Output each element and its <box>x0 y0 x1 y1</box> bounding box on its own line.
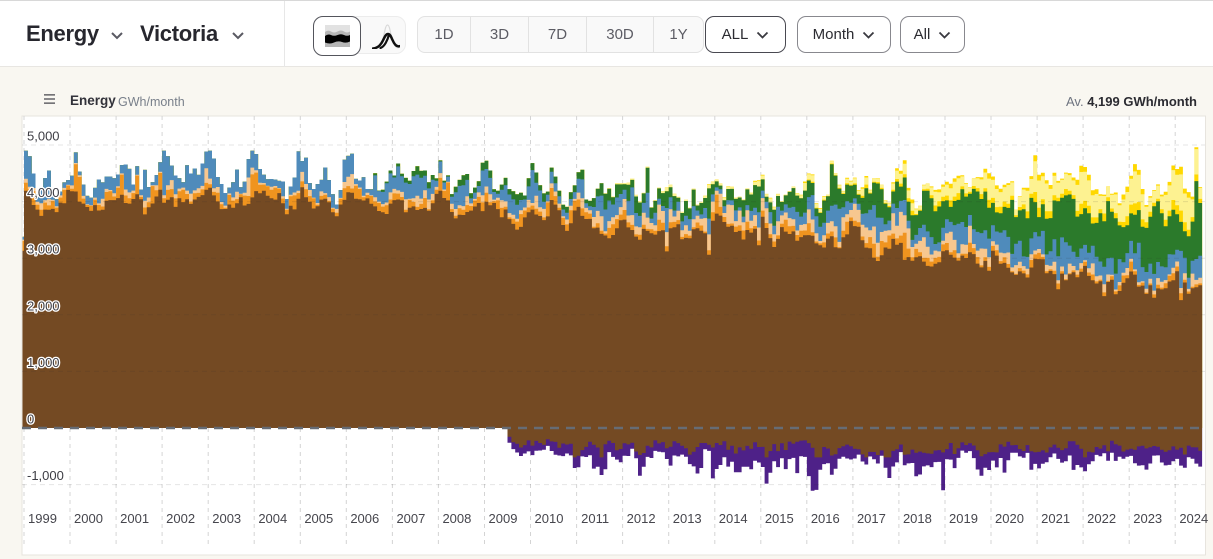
svg-text:2019: 2019 <box>949 511 978 526</box>
svg-text:2018: 2018 <box>903 511 932 526</box>
svg-text:2017: 2017 <box>857 511 886 526</box>
svg-text:1,000: 1,000 <box>27 355 60 370</box>
svg-text:2002: 2002 <box>166 511 195 526</box>
svg-text:0: 0 <box>27 412 34 427</box>
svg-text:2004: 2004 <box>258 511 287 526</box>
svg-text:2006: 2006 <box>350 511 379 526</box>
svg-text:2,000: 2,000 <box>27 298 60 313</box>
svg-text:2014: 2014 <box>719 511 748 526</box>
svg-text:2016: 2016 <box>811 511 840 526</box>
svg-text:1999: 1999 <box>28 511 57 526</box>
svg-text:2008: 2008 <box>442 511 471 526</box>
svg-text:-1,000: -1,000 <box>27 468 64 483</box>
svg-text:2001: 2001 <box>120 511 149 526</box>
svg-text:2012: 2012 <box>627 511 656 526</box>
svg-text:2013: 2013 <box>673 511 702 526</box>
svg-text:2011: 2011 <box>581 511 609 526</box>
svg-text:2024: 2024 <box>1179 511 1208 526</box>
svg-text:2010: 2010 <box>535 511 564 526</box>
svg-text:4,000: 4,000 <box>27 185 60 200</box>
svg-text:3,000: 3,000 <box>27 242 60 257</box>
svg-text:2023: 2023 <box>1133 511 1162 526</box>
svg-text:2022: 2022 <box>1087 511 1116 526</box>
svg-text:2020: 2020 <box>995 511 1024 526</box>
svg-text:2005: 2005 <box>304 511 333 526</box>
svg-text:2000: 2000 <box>74 511 103 526</box>
svg-text:2021: 2021 <box>1041 511 1070 526</box>
svg-text:2015: 2015 <box>765 511 794 526</box>
svg-text:2007: 2007 <box>396 511 425 526</box>
svg-text:5,000: 5,000 <box>27 129 60 144</box>
svg-text:2003: 2003 <box>212 511 241 526</box>
svg-text:2009: 2009 <box>489 511 518 526</box>
